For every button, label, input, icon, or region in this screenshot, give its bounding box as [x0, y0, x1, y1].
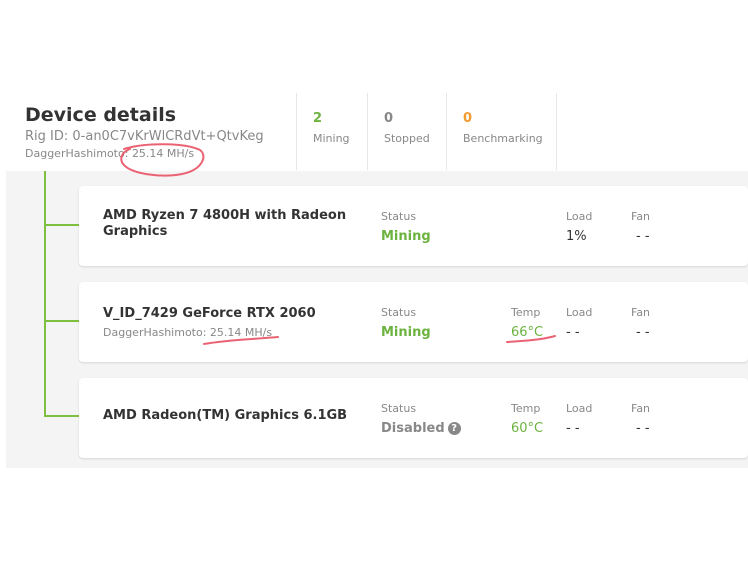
- status-label: Status: [381, 306, 417, 319]
- device-card-gpu-rtx2060[interactable]: V_ID_7429 GeForce RTX 2060 DaggerHashimo…: [79, 282, 748, 362]
- tree-branch-3: [44, 415, 80, 417]
- annotation-underline-gpu-rate: [203, 336, 279, 345]
- fan-value: - -: [636, 325, 650, 340]
- annotation-underline-gpu-temp: [506, 335, 556, 343]
- stat-mining-count: 2: [313, 111, 323, 126]
- stat-stopped[interactable]: 0 Stopped: [367, 93, 446, 170]
- stat-mining-label: Mining: [313, 132, 350, 145]
- stat-mining[interactable]: 2 Mining: [296, 93, 367, 170]
- device-details-page: Device details Rig ID: 0-an0C7vKrWlCRdVt…: [0, 0, 748, 564]
- page-title: Device details: [25, 104, 177, 126]
- load-value: 1%: [566, 229, 587, 244]
- annotation-circle-header-rate: [120, 143, 205, 177]
- temp-label: Temp: [511, 402, 541, 415]
- stat-stopped-count: 0: [384, 111, 394, 126]
- help-icon[interactable]: ?: [447, 422, 461, 435]
- status-value: Mining: [381, 325, 431, 340]
- stat-stopped-label: Stopped: [384, 132, 430, 145]
- status-label: Status: [381, 210, 417, 223]
- device-name: AMD Ryzen 7 4800H with Radeon Graphics: [103, 208, 346, 240]
- status-label: Status: [381, 402, 417, 415]
- tree-branch-1: [44, 224, 80, 226]
- stat-benchmarking-count: 0: [463, 111, 473, 126]
- device-name: AMD Radeon(TM) Graphics 6.1GB: [103, 408, 348, 423]
- temp-label: Temp: [511, 306, 541, 319]
- load-label: Load: [566, 210, 593, 223]
- header-algo-label: DaggerHashimoto:: [25, 147, 129, 160]
- load-value: - -: [566, 325, 580, 340]
- fan-label: Fan: [631, 402, 651, 415]
- load-value: - -: [566, 421, 580, 436]
- fan-value: - -: [636, 421, 650, 436]
- fan-value: - -: [636, 229, 650, 244]
- device-card-gpu-radeon[interactable]: AMD Radeon(TM) Graphics 6.1GB Status Dis…: [79, 378, 748, 458]
- fan-label: Fan: [631, 210, 651, 223]
- load-label: Load: [566, 306, 593, 319]
- device-details-header: Device details Rig ID: 0-an0C7vKrWlCRdVt…: [0, 93, 748, 171]
- tree-connector-line: [44, 171, 46, 416]
- status-value: Disabled?: [381, 421, 461, 436]
- status-value: Mining: [381, 229, 431, 244]
- load-label: Load: [566, 402, 593, 415]
- status-text: Disabled: [381, 421, 445, 436]
- device-name: V_ID_7429 GeForce RTX 2060: [103, 306, 316, 321]
- device-card-cpu[interactable]: AMD Ryzen 7 4800H with Radeon Graphics S…: [79, 186, 748, 266]
- stat-benchmarking[interactable]: 0 Benchmarking: [446, 93, 557, 170]
- temp-value: 60°C: [511, 421, 544, 436]
- fan-label: Fan: [631, 306, 651, 319]
- stat-benchmarking-label: Benchmarking: [463, 132, 543, 145]
- tree-branch-2: [44, 320, 80, 322]
- device-name-line1: AMD Ryzen 7 4800H with Radeon: [103, 208, 347, 223]
- device-name-line2: Graphics: [103, 224, 168, 239]
